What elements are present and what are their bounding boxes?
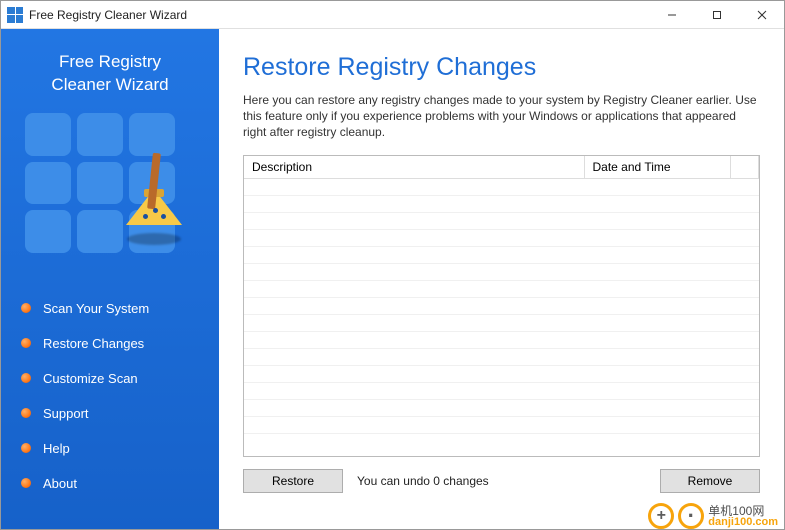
nav-restore-changes[interactable]: Restore Changes (15, 326, 205, 361)
app-icon (7, 7, 23, 23)
nav-label: Support (43, 406, 89, 421)
action-row: Restore You can undo 0 changes Remove (243, 469, 760, 493)
nav-label: Customize Scan (43, 371, 138, 386)
table-row (244, 433, 759, 450)
nav-label: About (43, 476, 77, 491)
main-panel: Restore Registry Changes Here you can re… (219, 29, 784, 529)
remove-button[interactable]: Remove (660, 469, 760, 493)
bullet-icon (21, 443, 31, 453)
watermark-domain: danji100.com (708, 517, 778, 528)
nav-help[interactable]: Help (15, 431, 205, 466)
col-description[interactable]: Description (244, 156, 584, 179)
sidebar: Free RegistryCleaner Wizard Scan Your Sy… (1, 29, 219, 529)
table-row (244, 246, 759, 263)
status-text: You can undo 0 changes (357, 474, 489, 488)
table-body (244, 178, 759, 450)
table-row (244, 331, 759, 348)
col-spacer (731, 156, 759, 179)
nav-label: Scan Your System (43, 301, 149, 316)
nav-scan-your-system[interactable]: Scan Your System (15, 291, 205, 326)
bullet-icon (21, 408, 31, 418)
sidebar-graphic (25, 113, 195, 253)
table-row (244, 212, 759, 229)
table-row (244, 263, 759, 280)
table-row (244, 416, 759, 433)
maximize-button[interactable] (694, 1, 739, 29)
nav-label: Restore Changes (43, 336, 144, 351)
sidebar-nav: Scan Your System Restore Changes Customi… (15, 291, 205, 501)
table-row (244, 365, 759, 382)
table-row (244, 382, 759, 399)
table-row (244, 229, 759, 246)
window-title: Free Registry Cleaner Wizard (29, 8, 187, 22)
watermark-dot-icon: · (678, 503, 704, 529)
page-heading: Restore Registry Changes (243, 53, 760, 82)
broom-icon (119, 153, 189, 253)
nav-customize-scan[interactable]: Customize Scan (15, 361, 205, 396)
window-controls (649, 1, 784, 29)
table-row (244, 297, 759, 314)
watermark: + · 单机100网 danji100.com (648, 503, 778, 529)
bullet-icon (21, 373, 31, 383)
table-row (244, 314, 759, 331)
titlebar: Free Registry Cleaner Wizard (1, 1, 784, 29)
bullet-icon (21, 338, 31, 348)
close-button[interactable] (739, 1, 784, 29)
minimize-button[interactable] (649, 1, 694, 29)
bullet-icon (21, 478, 31, 488)
bullet-icon (21, 303, 31, 313)
watermark-cn: 单机100网 (708, 505, 778, 517)
table-row (244, 280, 759, 297)
nav-label: Help (43, 441, 70, 456)
col-datetime[interactable]: Date and Time (584, 156, 731, 179)
sidebar-title: Free RegistryCleaner Wizard (15, 51, 205, 97)
table-row (244, 195, 759, 212)
nav-support[interactable]: Support (15, 396, 205, 431)
intro-text: Here you can restore any registry change… (243, 92, 760, 141)
table-row (244, 399, 759, 416)
table-row (244, 178, 759, 195)
restore-table[interactable]: Description Date and Time (243, 155, 760, 457)
watermark-plus-icon: + (648, 503, 674, 529)
table-row (244, 348, 759, 365)
nav-about[interactable]: About (15, 466, 205, 501)
restore-button[interactable]: Restore (243, 469, 343, 493)
